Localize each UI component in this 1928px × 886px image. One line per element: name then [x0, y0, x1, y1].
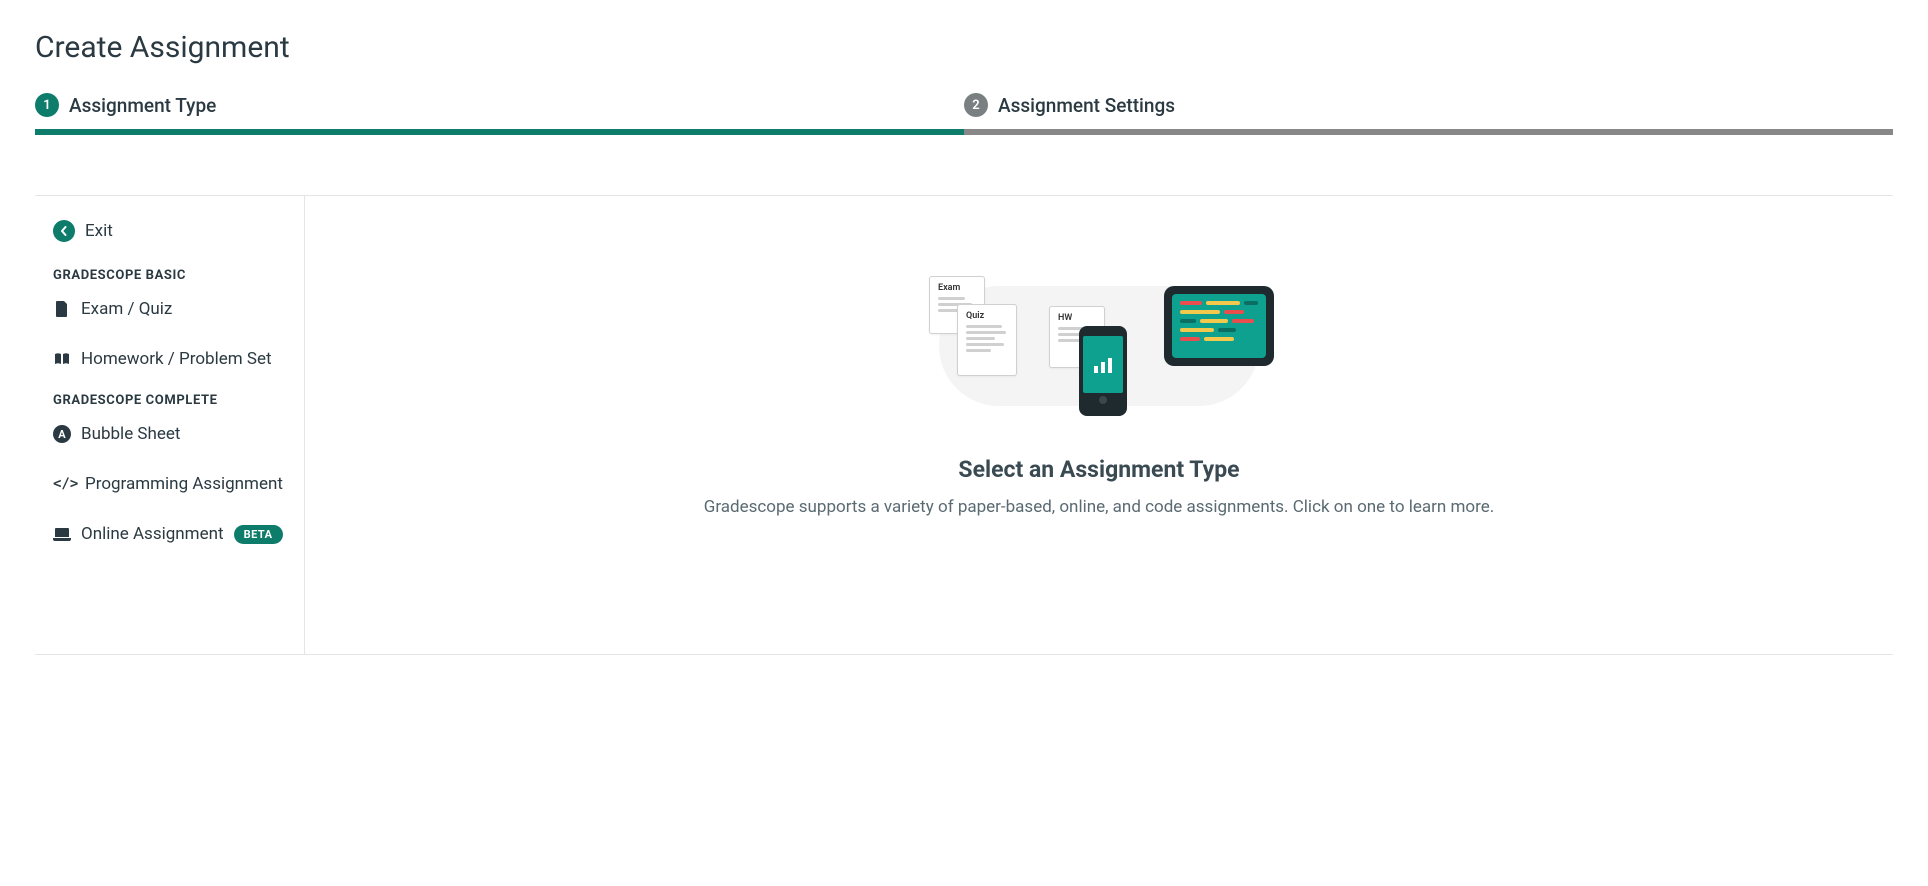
step-label: Assignment Type: [69, 94, 216, 117]
code-icon: </>: [53, 476, 75, 492]
tablet-illustration: [1164, 286, 1274, 366]
stepper: 1 Assignment Type 2 Assignment Settings: [35, 93, 1893, 135]
sidebar-item-label: Homework / Problem Set: [81, 349, 272, 369]
sidebar-item-bubble-sheet[interactable]: A Bubble Sheet: [53, 418, 294, 450]
step-assignment-type[interactable]: 1 Assignment Type: [35, 93, 964, 135]
main-panel: Exam Quiz HW: [305, 196, 1893, 654]
exit-label: Exit: [85, 221, 113, 241]
content-area: Exit GRADESCOPE BASIC Exam / Quiz Homewo…: [35, 195, 1893, 655]
sidebar-item-exam-quiz[interactable]: Exam / Quiz: [53, 293, 294, 325]
book-icon: [53, 350, 71, 368]
sidebar: Exit GRADESCOPE BASIC Exam / Quiz Homewo…: [35, 196, 305, 654]
sidebar-heading-basic: GRADESCOPE BASIC: [53, 268, 294, 283]
step-number-badge: 2: [964, 93, 988, 117]
page-title: Create Assignment: [35, 30, 1893, 65]
sidebar-item-label: Programming Assignment: [85, 474, 283, 494]
exit-button[interactable]: Exit: [53, 214, 294, 248]
sidebar-heading-complete: GRADESCOPE COMPLETE: [53, 393, 294, 408]
assignment-types-illustration: Exam Quiz HW: [909, 276, 1289, 426]
main-description: Gradescope supports a variety of paper-b…: [704, 497, 1494, 517]
laptop-icon: [53, 525, 71, 543]
sidebar-item-label: Bubble Sheet: [81, 424, 180, 444]
phone-illustration: [1079, 326, 1127, 416]
beta-badge: BETA: [234, 525, 283, 544]
document-icon: [53, 300, 71, 318]
sidebar-item-homework[interactable]: Homework / Problem Set: [53, 343, 294, 375]
step-label: Assignment Settings: [998, 94, 1175, 117]
sidebar-item-programming[interactable]: </> Programming Assignment: [53, 468, 294, 500]
sidebar-item-label: Online Assignment: [81, 524, 224, 544]
step-assignment-settings[interactable]: 2 Assignment Settings: [964, 93, 1893, 135]
chevron-left-icon: [53, 220, 75, 242]
bubble-letter-icon: A: [53, 425, 71, 443]
sidebar-item-online-assignment[interactable]: Online Assignment BETA: [53, 518, 294, 550]
sidebar-item-label: Exam / Quiz: [81, 299, 172, 319]
bar-chart-icon: [1093, 357, 1113, 373]
step-number-badge: 1: [35, 93, 59, 117]
quiz-doc-illustration: Quiz: [957, 304, 1017, 376]
main-title: Select an Assignment Type: [958, 456, 1239, 483]
